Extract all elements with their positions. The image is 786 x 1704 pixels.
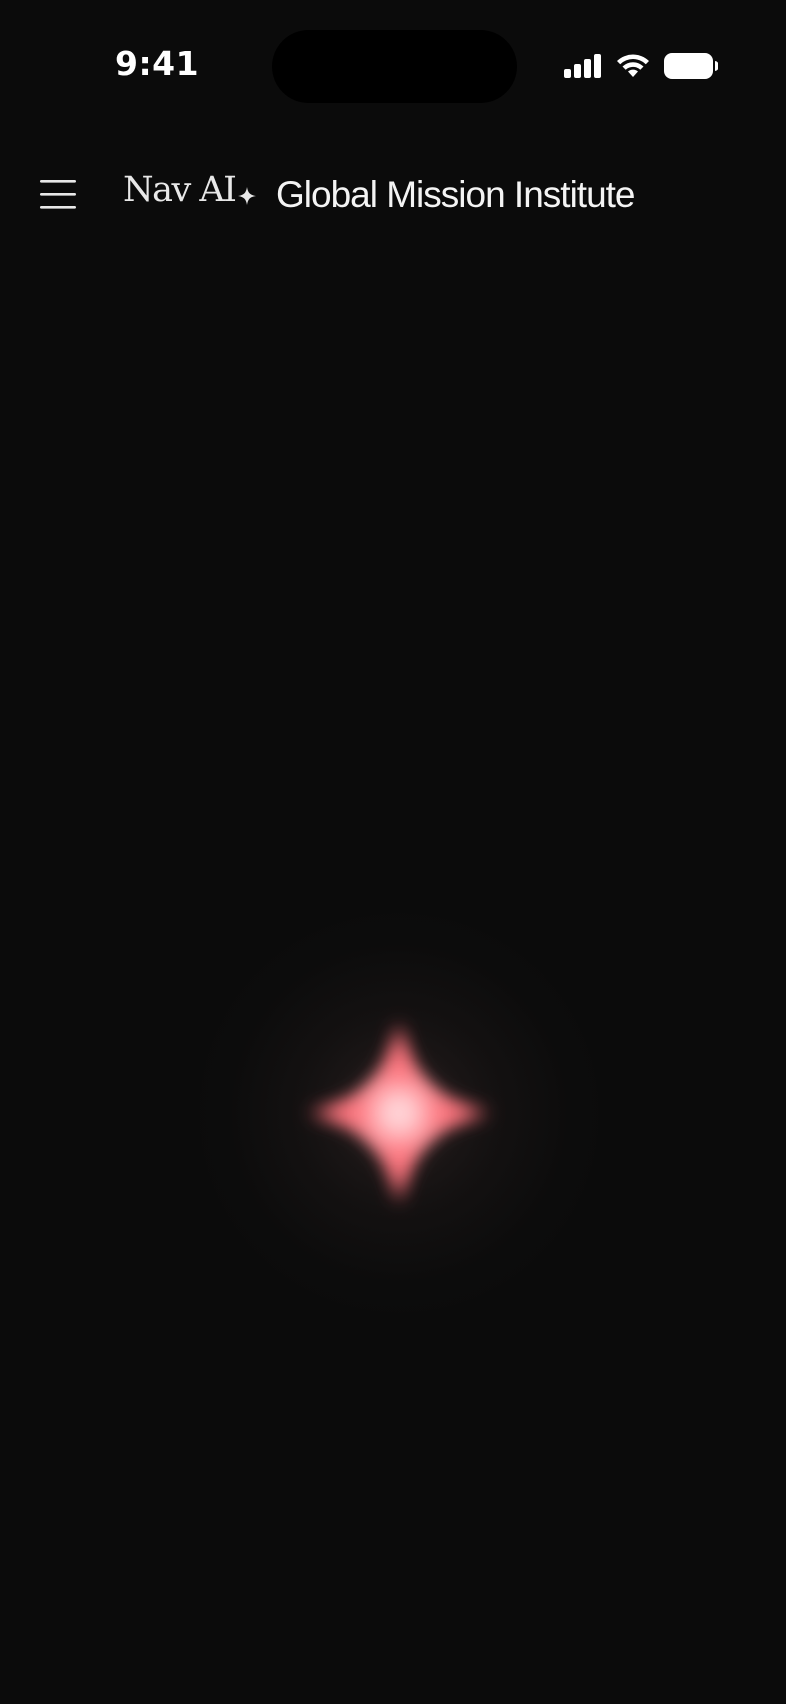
dynamic-island <box>272 30 517 103</box>
status-bar: 9:41 <box>0 0 786 130</box>
status-icons <box>564 50 718 82</box>
cellular-signal-icon <box>564 54 601 78</box>
assistant-orb[interactable] <box>199 913 599 1313</box>
brand-name: Nav AI <box>123 170 237 210</box>
four-point-star-icon <box>238 187 256 205</box>
organization-name: Global Mission Institute <box>276 174 636 215</box>
battery-icon <box>664 53 718 79</box>
hamburger-menu-icon <box>40 180 76 209</box>
app-header: Nav AI Global Mission Institute <box>0 150 786 240</box>
four-point-star-glow-icon <box>307 1021 491 1205</box>
wifi-icon <box>617 54 649 77</box>
menu-button[interactable] <box>36 174 82 214</box>
status-time: 9:41 <box>115 44 200 83</box>
